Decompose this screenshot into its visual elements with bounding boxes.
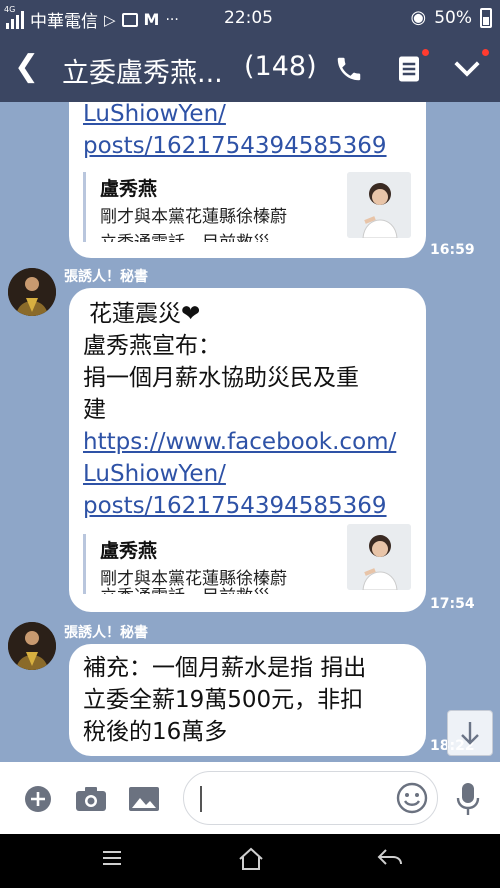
message-link[interactable]: posts/1621754394585369 — [83, 490, 387, 522]
eye-icon: ◉ — [410, 7, 427, 28]
menu-badge — [482, 49, 489, 56]
message-time: 16:59 — [430, 242, 475, 258]
battery-icon — [480, 7, 492, 28]
camera-icon[interactable] — [75, 786, 107, 816]
carrier-name: 中華電信 — [30, 12, 98, 32]
network-type: 4G — [4, 4, 16, 14]
home-icon[interactable] — [237, 846, 265, 879]
message-bubble[interactable]: 補充：一個月薪水是指 捐出 立委全薪19萬500元，非扣 稅後的16萬多 — [69, 644, 426, 756]
menu-icon[interactable] — [100, 846, 124, 877]
preview-description: 剛才與本黨花蓮縣徐榛蔚 — [100, 207, 287, 227]
scroll-to-bottom-button[interactable] — [447, 710, 493, 756]
message-time: 17:54 — [430, 596, 475, 612]
message-text: 花蓮震災❤ — [89, 301, 201, 327]
add-icon[interactable] — [24, 785, 52, 817]
message-link[interactable]: https://www.facebook.com/ — [83, 426, 396, 458]
gmail-icon: M — [143, 10, 160, 29]
sender-name: 張誘人！秘書 — [64, 625, 148, 641]
chevron-down-icon[interactable] — [452, 54, 482, 90]
message-text: 立委全薪19萬500元，非扣 — [83, 687, 364, 713]
avatar[interactable] — [8, 622, 56, 670]
image-icon[interactable] — [128, 786, 160, 816]
message-bubble[interactable]: 花蓮震災❤ 盧秀燕宣布： 捐一個月薪水協助災民及重 建 https://www.… — [69, 288, 426, 612]
message-link[interactable]: LuShiowYen/ — [83, 458, 226, 490]
sender-name: 張誘人！秘書 — [64, 269, 148, 285]
message-input-bar — [0, 762, 500, 834]
notes-icon[interactable] — [396, 54, 422, 90]
avatar[interactable] — [8, 268, 56, 316]
member-count[interactable]: (148) — [244, 51, 317, 82]
clock: 22:05 — [224, 8, 273, 28]
preview-title: 盧秀燕 — [100, 540, 158, 562]
image-icon — [121, 12, 138, 27]
back-icon[interactable] — [376, 846, 404, 877]
message-text: 稅後的16萬多 — [83, 719, 228, 745]
status-bar: 4G 中華電信 ▷ M ··· 22:05 ◉ 50% — [0, 0, 500, 36]
preview-thumbnail — [347, 172, 411, 238]
text-caret — [200, 786, 202, 812]
signal-icon: 4G — [4, 5, 24, 29]
phone-icon[interactable] — [334, 54, 364, 90]
system-nav-bar — [0, 834, 500, 888]
battery-level: 50% — [434, 7, 472, 28]
message-input[interactable] — [183, 771, 438, 825]
message-text: 補充：一個月薪水是指 捐出 — [83, 655, 367, 681]
preview-title: 盧秀燕 — [100, 178, 158, 200]
message-bubble[interactable]: LuShiowYen/ posts/1621754394585369 盧秀燕 剛… — [69, 102, 426, 258]
message-link[interactable]: posts/1621754394585369 — [83, 130, 387, 162]
notes-badge — [422, 49, 429, 56]
chat-title[interactable]: 立委盧秀燕... — [62, 51, 223, 90]
message-text: 盧秀燕宣布： — [83, 333, 221, 359]
preview-description-cut: 立委通電話，目前救災 — [100, 230, 270, 242]
preview-description-cut: 立委通電話，目前救災 — [100, 584, 270, 594]
preview-thumbnail — [347, 524, 411, 590]
chat-header: ❮ 立委盧秀燕... (148) — [0, 36, 500, 102]
chat-area[interactable]: LuShiowYen/ posts/1621754394585369 盧秀燕 剛… — [0, 102, 500, 762]
more-notifications-icon: ··· — [165, 11, 179, 28]
message-text: 捐一個月薪水協助災民及重 — [83, 365, 359, 391]
play-store-icon: ▷ — [104, 10, 116, 29]
message-link[interactable]: LuShiowYen/ — [83, 102, 226, 130]
message-text: 建 — [83, 397, 106, 423]
chevron-left-icon[interactable]: ❮ — [14, 52, 39, 82]
microphone-icon[interactable] — [456, 782, 480, 820]
emoji-icon[interactable] — [396, 782, 428, 818]
